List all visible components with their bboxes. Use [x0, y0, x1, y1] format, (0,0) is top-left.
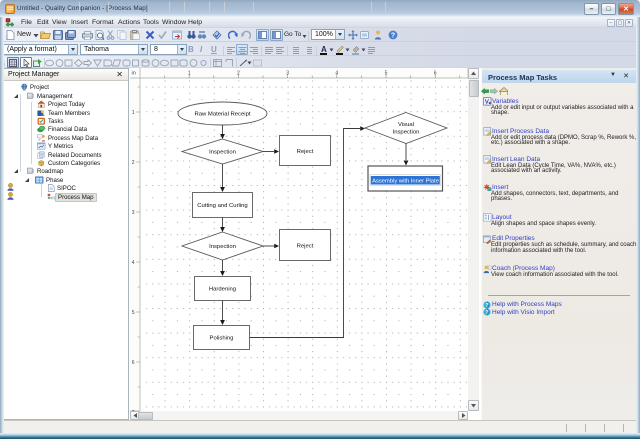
svg-text:4: 4: [335, 71, 338, 77]
svg-text:Reject: Reject: [297, 149, 314, 155]
svg-text:3: 3: [132, 210, 135, 216]
svg-text:6: 6: [132, 360, 135, 366]
svg-text:6: 6: [434, 71, 437, 77]
svg-text:1: 1: [188, 71, 191, 77]
svg-text:Assembly with Inner Plate: Assembly with Inner Plate: [372, 179, 439, 185]
svg-text:Inspection: Inspection: [209, 150, 236, 156]
svg-text:2: 2: [132, 160, 135, 166]
svg-text:?: ?: [485, 310, 488, 316]
svg-text:Hardening: Hardening: [209, 287, 236, 293]
svg-text:Raw Material Receipt: Raw Material Receipt: [195, 112, 251, 118]
svg-text:in: in: [132, 71, 136, 77]
svg-text:Polishing: Polishing: [210, 336, 234, 342]
svg-text:1: 1: [132, 110, 135, 116]
svg-text:5: 5: [132, 310, 135, 316]
svg-text:Inspection: Inspection: [393, 130, 420, 136]
svg-text:3: 3: [286, 71, 289, 77]
svg-text:4: 4: [132, 260, 135, 266]
svg-text:2: 2: [237, 71, 240, 77]
svg-text:Visual: Visual: [398, 122, 414, 128]
svg-text:A: A: [321, 45, 327, 54]
svg-text:?: ?: [391, 33, 395, 40]
svg-text:Cutting and Curling: Cutting and Curling: [197, 203, 247, 209]
svg-text:5: 5: [385, 71, 388, 77]
svg-text:Reject: Reject: [297, 244, 314, 250]
svg-text:Inspection: Inspection: [209, 244, 236, 250]
